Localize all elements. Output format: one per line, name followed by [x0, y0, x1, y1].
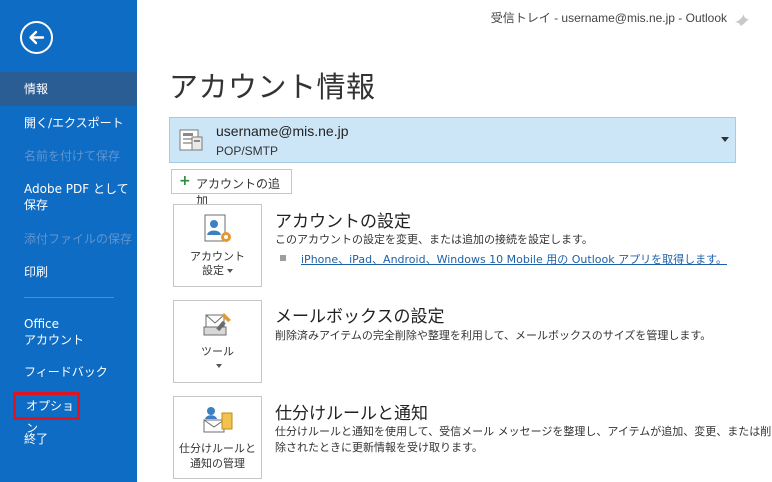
account-email: username@mis.ne.jp — [216, 123, 349, 139]
rules-alerts-title: 仕分けルールと通知 — [275, 404, 428, 424]
tools-icon — [203, 313, 231, 336]
nav-save-as: 名前を付けて保存 — [24, 149, 121, 163]
account-settings-desc: このアカウントの設定を変更、または追加の接続を設定します。 — [275, 233, 593, 246]
title-bar: 受信トレイ - username@mis.ne.jp - Outlook — [137, 0, 772, 30]
tools-button[interactable]: ツール — [173, 300, 262, 383]
outlook-app-link[interactable]: iPhone、iPad、Android、Windows 10 Mobile 用の… — [301, 251, 727, 267]
chevron-down-icon — [216, 364, 222, 368]
window-title: 受信トレイ - username@mis.ne.jp - Outlook — [490, 11, 727, 25]
nav-open-export[interactable]: 開く/エクスポート — [0, 115, 137, 131]
rules-alerts-icon — [203, 407, 233, 433]
chevron-down-icon — [227, 269, 233, 273]
account-settings-title: アカウントの設定 — [275, 212, 411, 232]
account-settings-icon — [204, 214, 231, 242]
bullet-icon — [280, 255, 286, 261]
back-button[interactable] — [20, 21, 53, 54]
account-settings-label: アカウント — [190, 250, 245, 263]
mailbox-settings-title: メールボックスの設定 — [275, 307, 445, 327]
back-arrow-icon — [29, 30, 45, 45]
outlook-bird-icon — [735, 14, 749, 26]
manage-rules-label: 仕分けルールと — [179, 442, 256, 455]
backstage-sidebar: 情報 開く/エクスポート 名前を付けて保存 Adobe PDF として 保存 添… — [0, 0, 137, 482]
nav-divider — [24, 297, 114, 298]
plus-icon: + — [179, 173, 191, 189]
account-settings-button[interactable]: アカウント 設定 — [173, 204, 262, 287]
manage-rules-alerts-button[interactable]: 仕分けルールと 通知の管理 — [173, 396, 262, 479]
rules-alerts-desc: 仕分けルールと通知を使用して、受信メール メッセージを整理し、アイテムが追加、変… — [275, 425, 772, 438]
tools-label: ツール — [201, 345, 234, 358]
chevron-down-icon[interactable] — [721, 137, 729, 142]
account-card-icon — [179, 129, 203, 151]
account-type: POP/SMTP — [216, 144, 279, 158]
account-selector[interactable]: username@mis.ne.jp POP/SMTP — [169, 117, 736, 163]
manage-rules-label-2: 通知の管理 — [190, 457, 245, 470]
nav-office-account[interactable]: Office アカウント — [0, 316, 137, 348]
nav-save-as-adobe-pdf[interactable]: Adobe PDF として 保存 — [0, 181, 137, 213]
account-settings-label-2: 設定 — [174, 264, 261, 278]
add-account-button[interactable]: + アカウントの追加 — [171, 169, 292, 208]
nav-feedback[interactable]: フィードバック — [0, 364, 137, 380]
nav-print[interactable]: 印刷 — [0, 264, 137, 280]
nav-exit[interactable]: 終了 — [0, 431, 137, 447]
mailbox-settings-desc: 削除済みアイテムの完全削除や整理を利用して、メールボックスのサイズを管理します。 — [275, 329, 712, 342]
rules-alerts-desc-2: 除されたときに更新情報を受け取ります。 — [275, 441, 483, 454]
nav-info[interactable]: 情報 — [0, 72, 137, 106]
page-title: アカウント情報 — [169, 70, 376, 104]
nav-save-attachments: 添付ファイルの保存 — [24, 232, 133, 246]
nav-options[interactable]: オプション — [13, 392, 80, 435]
